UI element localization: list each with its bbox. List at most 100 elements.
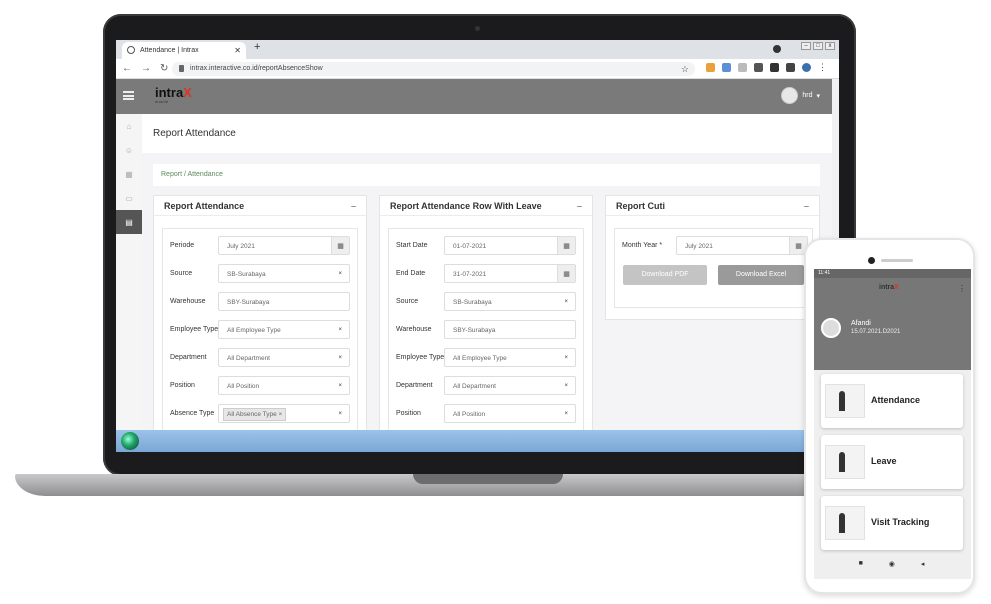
warehouse-select[interactable]: SBY-Surabaya — [218, 292, 350, 311]
card-header: Report Attendance Row With Leave – — [380, 196, 592, 216]
url-input[interactable]: intrax.interactive.co.id/reportAbsenceSh… — [172, 62, 695, 76]
extension-icon[interactable] — [738, 63, 747, 72]
field-value: All Employee Type — [453, 355, 507, 362]
field-label: Position — [396, 410, 421, 417]
bookmark-star-icon[interactable]: ☆ — [681, 62, 689, 76]
document-icon[interactable]: ▤ — [116, 210, 142, 234]
calendar-icon[interactable]: ▦ — [116, 162, 142, 186]
start-date-field[interactable]: 01-07-2021 ▦ — [444, 236, 576, 255]
visit-tracking-menu-card[interactable]: Visit Tracking — [821, 496, 963, 550]
more-icon[interactable]: ⋮ — [958, 284, 966, 293]
stage: Attendance | Intrax ✕ + – □ x ← → ↻ intr… — [0, 0, 991, 604]
employee-id: 15.07.2021.D2021 — [851, 329, 901, 335]
form-panel: Start Date 01-07-2021 ▦ End Date 31-07-2021… — [388, 228, 584, 430]
card-title: Report Attendance — [164, 201, 245, 211]
position-select[interactable]: All Position × — [444, 404, 576, 423]
breadcrumb-attendance[interactable]: Attendance — [187, 171, 222, 178]
periode-field[interactable]: July 2021 ▦ — [218, 236, 350, 255]
app-logo[interactable]: intraX mobile — [155, 85, 192, 104]
phone-status-bar: 11:41 — [814, 269, 971, 278]
field-value: 01-07-2021 — [453, 243, 487, 250]
collapse-icon[interactable]: – — [351, 196, 356, 216]
form-row: Warehouse SBY-Surabaya — [170, 292, 360, 311]
extension-icon[interactable] — [770, 63, 779, 72]
close-window-button[interactable]: x — [825, 42, 835, 50]
user-menu[interactable]: hrd ▾ — [781, 87, 820, 104]
attendance-menu-card[interactable]: Attendance — [821, 374, 963, 428]
position-select[interactable]: All Position × — [218, 376, 350, 395]
nav-buttons: ← → ↻ — [122, 63, 168, 74]
field-label: Source — [396, 298, 419, 305]
employee-type-select[interactable]: All Employee Type × — [444, 348, 576, 367]
clear-icon[interactable]: × — [564, 293, 568, 312]
clear-icon[interactable]: × — [338, 321, 342, 340]
extension-icon[interactable] — [706, 63, 715, 72]
reload-icon[interactable]: ↻ — [160, 63, 168, 74]
new-tab-button[interactable]: + — [254, 41, 260, 53]
source-select[interactable]: SB-Surabaya × — [218, 264, 350, 283]
department-select[interactable]: All Department × — [444, 376, 576, 395]
month-year-field[interactable]: July 2021 ▦ — [676, 236, 808, 255]
download-excel-button[interactable]: Download Excel — [718, 265, 804, 285]
address-bar: ← → ↻ intrax.interactive.co.id/reportAbs… — [116, 59, 839, 79]
phone-frame: 11:41 intraX ⋮ Afandi 15.07.2021.D2021 A… — [804, 238, 975, 594]
field-value: All Department — [453, 383, 496, 390]
clear-icon[interactable]: × — [338, 405, 342, 424]
calendar-icon[interactable]: ▦ — [557, 265, 575, 282]
report-attendance-card: Report Attendance – Periode July 2021 ▦ Sou… — [153, 195, 367, 430]
source-select[interactable]: SB-Surabaya × — [444, 292, 576, 311]
clear-icon[interactable]: × — [564, 349, 568, 368]
extension-icon[interactable] — [722, 63, 731, 72]
taskbar — [116, 430, 839, 452]
phone-logo: intraX — [879, 284, 899, 291]
download-pdf-button[interactable]: Download PDF — [623, 265, 707, 285]
clear-icon[interactable]: × — [564, 405, 568, 424]
calendar-icon[interactable]: ▦ — [557, 237, 575, 254]
employee-type-select[interactable]: All Employee Type × — [218, 320, 350, 339]
laptop-screen: Attendance | Intrax ✕ + – □ x ← → ↻ intr… — [116, 40, 839, 452]
field-label: Start Date — [396, 242, 428, 249]
home-button-icon[interactable]: ◉ — [889, 560, 895, 568]
profile-icon[interactable] — [802, 63, 811, 72]
maximize-button[interactable]: □ — [813, 42, 823, 50]
form-row: Department All Department × — [396, 376, 586, 395]
clear-icon[interactable]: × — [564, 377, 568, 396]
menu-icon[interactable] — [123, 91, 134, 100]
field-label: Source — [170, 270, 193, 277]
extension-icon[interactable] — [754, 63, 763, 72]
form-row: End Date 31-07-2021 ▦ — [396, 264, 586, 283]
collapse-icon[interactable]: – — [804, 196, 809, 216]
form-row: Periode July 2021 ▦ — [170, 236, 360, 255]
clear-icon[interactable]: × — [338, 349, 342, 368]
collapse-icon[interactable]: – — [577, 196, 582, 216]
more-icon[interactable]: ⋮ — [818, 63, 827, 72]
minimize-button[interactable]: – — [801, 42, 811, 50]
field-value: All Position — [453, 411, 486, 418]
report-cuti-card: Report Cuti – Month Year * July 2021 ▦ Down… — [605, 195, 820, 320]
warehouse-select[interactable]: SBY-Surabaya — [444, 320, 576, 339]
clear-icon[interactable]: × — [338, 265, 342, 284]
avatar — [781, 87, 799, 104]
home-icon[interactable]: ⌂ — [116, 114, 142, 138]
close-tab-icon[interactable]: ✕ — [234, 42, 241, 59]
puzzle-icon[interactable] — [786, 63, 795, 72]
end-date-field[interactable]: 31-07-2021 ▦ — [444, 264, 576, 283]
breadcrumb-report[interactable]: Report — [161, 171, 182, 178]
forward-icon[interactable]: → — [141, 63, 151, 74]
employee-name: Afandi — [851, 320, 871, 327]
back-icon[interactable]: ← — [122, 63, 132, 74]
clear-icon[interactable]: × — [338, 377, 342, 396]
absence-type-select[interactable]: All Absence Type × × — [218, 404, 350, 423]
form-panel: Month Year * July 2021 ▦ Download PDF Down… — [614, 228, 813, 308]
recent-apps-icon[interactable]: ■ — [859, 560, 863, 568]
department-select[interactable]: All Department × — [218, 348, 350, 367]
phone-avatar — [821, 318, 841, 338]
start-button[interactable] — [121, 432, 139, 450]
browser-tab[interactable]: Attendance | Intrax ✕ — [122, 42, 246, 59]
users-icon[interactable]: ☺ — [116, 138, 142, 162]
calendar-icon[interactable]: ▦ — [331, 237, 349, 254]
back-icon[interactable]: ◂ — [921, 560, 925, 568]
absence-type-tag[interactable]: All Absence Type × — [223, 408, 287, 421]
money-icon[interactable]: ▭ — [116, 186, 142, 210]
leave-menu-card[interactable]: Leave — [821, 435, 963, 489]
